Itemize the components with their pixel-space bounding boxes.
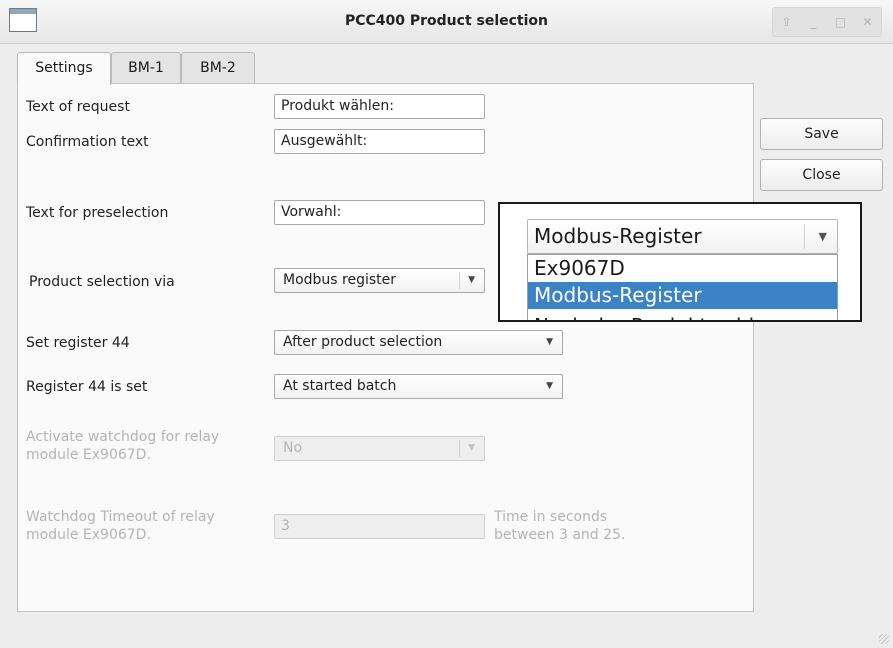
activate-watchdog-label-line1: Activate watchdog for relay bbox=[26, 429, 220, 445]
dropdown-zoom-callout: Modbus-Register ▼ Ex9067D Modbus-Registe… bbox=[498, 202, 862, 322]
chevron-down-icon: ▼ bbox=[546, 381, 553, 391]
set-register-44-label: Set register 44 bbox=[26, 335, 130, 351]
chevron-down-icon: ▼ bbox=[546, 337, 553, 347]
tab-bm-2[interactable]: BM-2 bbox=[181, 52, 255, 83]
confirmation-text-label: Confirmation text bbox=[26, 134, 149, 150]
title-bar: PCC400 Product selection ⇧ _ □ ✕ bbox=[0, 0, 893, 44]
window-controls: ⇧ _ □ ✕ bbox=[772, 7, 882, 37]
text-of-request-input[interactable]: Produkt wählen: bbox=[274, 94, 485, 119]
combo-separator bbox=[459, 440, 460, 457]
confirmation-text-input[interactable]: Ausgewählt: bbox=[274, 129, 485, 154]
chevron-down-icon: ▼ bbox=[818, 230, 827, 243]
activate-watchdog-combo[interactable]: No ▼ bbox=[274, 436, 485, 461]
set-register-44-value: After product selection bbox=[283, 334, 443, 350]
register-44-is-set-label: Register 44 is set bbox=[26, 379, 148, 395]
save-button[interactable]: Save bbox=[760, 118, 883, 150]
resize-grip[interactable] bbox=[879, 634, 889, 644]
register-44-is-set-value: At started batch bbox=[283, 378, 397, 394]
up-arrow-icon[interactable]: ⇧ bbox=[777, 15, 797, 29]
activate-watchdog-label: Activate watchdog for relay module Ex906… bbox=[26, 428, 219, 464]
text-of-request-label: Text of request bbox=[26, 99, 130, 115]
watchdog-timeout-hint-line1: Time in seconds bbox=[494, 509, 608, 525]
chevron-down-icon: ▼ bbox=[468, 443, 475, 453]
text-for-preselection-input[interactable]: Vorwahl: bbox=[274, 200, 485, 225]
watchdog-timeout-hint-line2: between 3 and 25. bbox=[494, 527, 626, 543]
activate-watchdog-label-line2: module Ex9067D. bbox=[26, 447, 151, 463]
activate-watchdog-value: No bbox=[283, 440, 303, 456]
popup-options-list: Ex9067D Modbus-Register Nach der Produkt… bbox=[527, 254, 838, 320]
popup-combo[interactable]: Modbus-Register ▼ bbox=[527, 219, 838, 254]
set-register-44-combo[interactable]: After product selection ▼ bbox=[274, 330, 563, 355]
combo-separator bbox=[804, 224, 805, 249]
watchdog-timeout-label-line2: module Ex9067D. bbox=[26, 527, 151, 543]
watchdog-timeout-label: Watchdog Timeout of relay module Ex9067D… bbox=[26, 508, 215, 544]
window-title: PCC400 Product selection bbox=[344, 13, 549, 29]
combo-separator bbox=[459, 272, 460, 289]
register-44-is-set-combo[interactable]: At started batch ▼ bbox=[274, 374, 563, 399]
product-selection-via-value: Modbus register bbox=[283, 272, 397, 288]
tab-settings[interactable]: Settings bbox=[17, 52, 111, 85]
product-selection-via-combo[interactable]: Modbus register ▼ bbox=[274, 268, 485, 293]
popup-option-ex9067d[interactable]: Ex9067D bbox=[528, 255, 837, 282]
chevron-down-icon: ▼ bbox=[468, 275, 475, 285]
watchdog-timeout-hint: Time in seconds between 3 and 25. bbox=[494, 508, 625, 544]
watchdog-timeout-input[interactable]: 3 bbox=[274, 514, 485, 539]
close-icon[interactable]: ✕ bbox=[858, 15, 878, 29]
minimize-icon[interactable]: _ bbox=[804, 15, 824, 29]
watchdog-timeout-label-line1: Watchdog Timeout of relay bbox=[26, 509, 215, 525]
popup-combo-value: Modbus-Register bbox=[534, 224, 702, 248]
maximize-icon[interactable]: □ bbox=[831, 15, 851, 29]
close-button[interactable]: Close bbox=[760, 159, 883, 191]
text-for-preselection-label: Text for preselection bbox=[26, 205, 169, 221]
product-selection-via-label: Product selection via bbox=[29, 274, 175, 290]
tab-bm-1[interactable]: BM-1 bbox=[111, 52, 181, 83]
popup-option-nach-der-produktwahl[interactable]: Nach der Produktwahl bbox=[528, 309, 837, 320]
popup-option-modbus-register[interactable]: Modbus-Register bbox=[528, 282, 837, 309]
settings-panel: Text of request Produkt wählen: Confirma… bbox=[17, 83, 754, 612]
